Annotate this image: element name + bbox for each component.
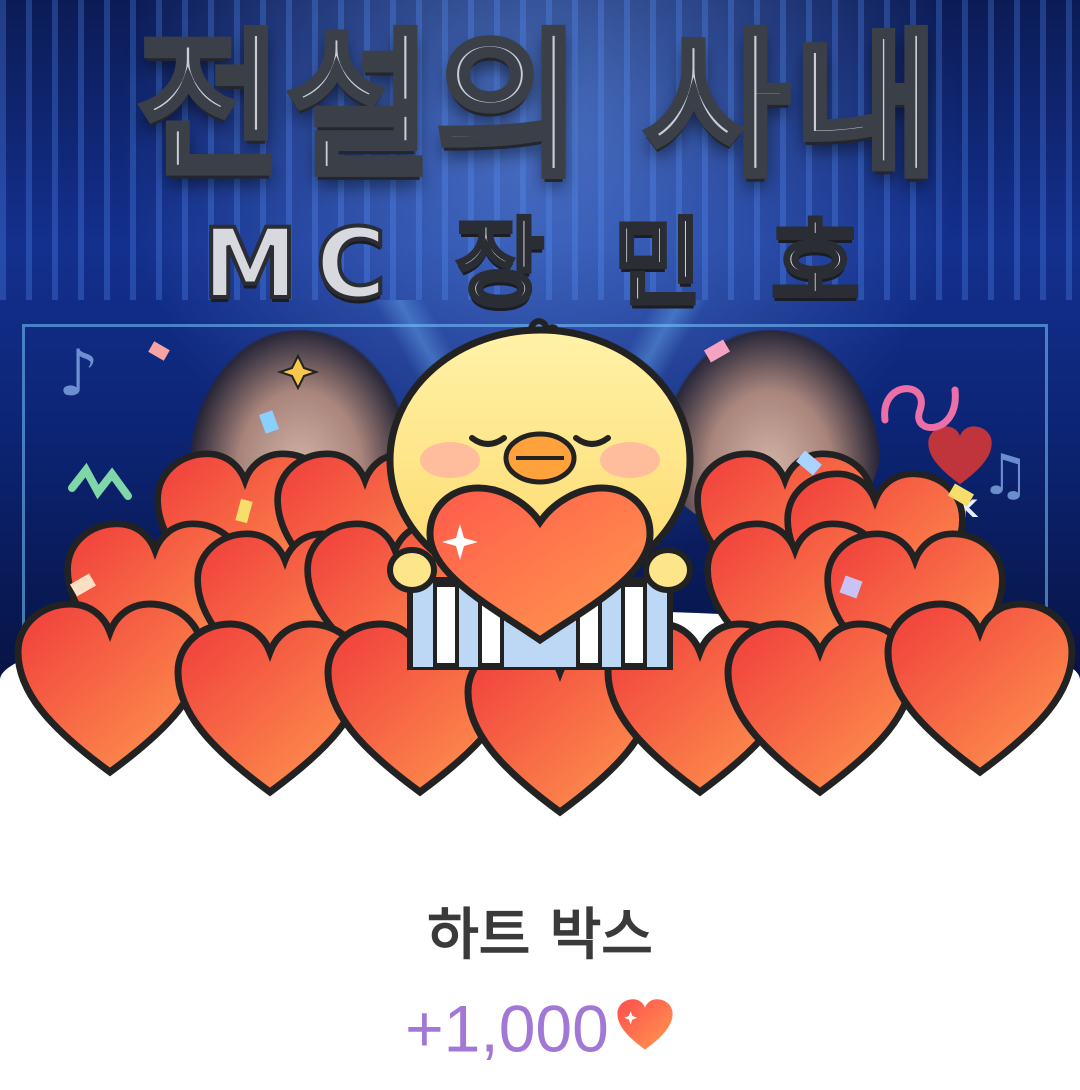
heart-icon <box>615 996 675 1062</box>
gift-amount-value: +1,000 <box>405 991 609 1066</box>
gift-name: 하트 박스 <box>427 903 653 968</box>
gift-amount: +1,000 <box>0 990 1080 1062</box>
confetti-decoration <box>68 339 975 599</box>
